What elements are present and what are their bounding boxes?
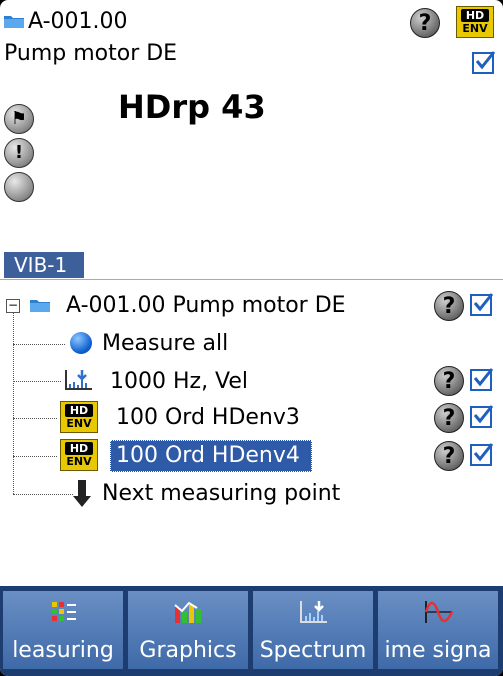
spectrum-icon [65, 370, 92, 390]
tab-graphics-label: Graphics [139, 638, 237, 663]
tab-time-signal-label: ime signa [384, 638, 492, 663]
badge-hd-text: HD [461, 9, 489, 22]
measurement-title: HDrp 43 [118, 88, 266, 126]
tree-root-label[interactable]: A-001.00 Pump motor DE [66, 293, 346, 318]
tree-item-1000hz-vel[interactable]: 1000 Hz, Vel [110, 369, 248, 394]
tab-measuring-label: leasuring [12, 638, 114, 663]
tree-line [13, 494, 73, 495]
graphics-icon [174, 601, 201, 623]
tree-item-next-point[interactable]: Next measuring point [102, 481, 340, 506]
section-label: VIB-1 [4, 252, 84, 278]
tree-item-measure-all[interactable]: Measure all [102, 331, 228, 356]
app-screen: A-001.00 Pump motor DE ? HD ENV HDrp 43 … [0, 0, 503, 676]
header-checkbox[interactable] [472, 51, 496, 74]
help-icon[interactable]: ? [410, 8, 440, 38]
help-icon[interactable]: ? [434, 291, 464, 321]
tree-line [13, 344, 65, 345]
hd-env-icon: HD ENV [60, 401, 98, 433]
tree-item-hdenv3[interactable]: 100 Ord HDenv3 [116, 405, 300, 430]
badge-hd-text: HD [65, 442, 93, 455]
item-checkbox[interactable] [470, 443, 494, 466]
tree-line [13, 381, 61, 382]
section-divider [0, 279, 503, 280]
root-checkbox[interactable] [470, 293, 494, 316]
time-signal-icon [424, 601, 454, 623]
measure-all-icon [70, 332, 92, 354]
badge-env-text: ENV [66, 417, 92, 430]
flag-status-icon: ⚑ [4, 104, 34, 134]
item-checkbox[interactable] [470, 368, 494, 391]
tree-line [13, 418, 57, 419]
item-checkbox[interactable] [470, 405, 494, 428]
hd-env-icon: HD ENV [60, 439, 98, 471]
help-icon[interactable]: ? [434, 441, 464, 471]
folder-icon [4, 16, 24, 28]
measuring-icon [52, 602, 76, 621]
spectrum-icon [300, 601, 327, 623]
tab-graphics[interactable]: Graphics [127, 590, 249, 670]
tab-measuring[interactable]: leasuring [2, 590, 124, 670]
tab-spectrum[interactable]: Spectrum [252, 590, 374, 670]
tree-line [13, 456, 57, 457]
badge-hd-text: HD [65, 404, 93, 417]
point-code: A-001.00 [28, 9, 128, 34]
point-name: Pump motor DE [4, 41, 178, 66]
hd-env-badge-icon: HD ENV [456, 6, 494, 38]
tab-spectrum-label: Spectrum [259, 638, 367, 663]
blank-status-icon [4, 172, 34, 202]
help-icon[interactable]: ? [434, 403, 464, 433]
down-arrow-icon [73, 480, 91, 507]
folder-icon [30, 300, 50, 312]
badge-env-text: ENV [66, 455, 92, 468]
tree-item-hdenv4[interactable]: 100 Ord HDenv4 [116, 443, 300, 468]
badge-env-text: ENV [462, 22, 488, 35]
help-icon[interactable]: ? [434, 366, 464, 396]
tree-line [13, 312, 14, 494]
collapse-toggle-icon[interactable]: − [6, 299, 20, 313]
tab-time-signal[interactable]: ime signa [377, 590, 499, 670]
alert-status-icon: ! [4, 138, 34, 168]
